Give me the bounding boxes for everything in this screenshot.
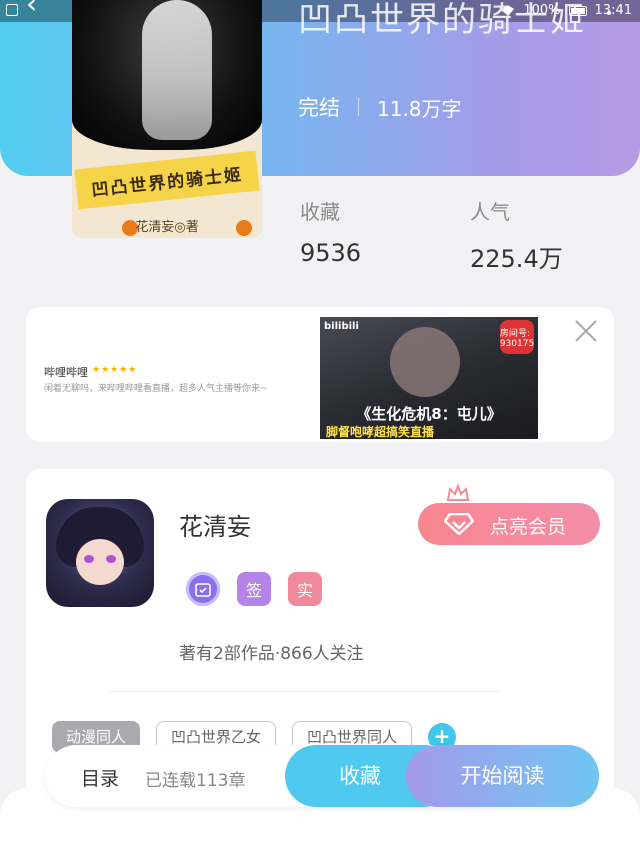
vip-button[interactable]: 点亮会员: [418, 503, 600, 545]
ad-caption-title: 《生化危机8：屯儿》: [356, 405, 502, 423]
book-meta: 完结 11.8万字: [298, 92, 462, 122]
cover-title: 凹凸世界的骑士姬: [74, 150, 260, 210]
favorites-label: 收藏: [300, 200, 340, 224]
bottom-action-bar: 目录 已连载113章 收藏 开始阅读: [45, 745, 599, 807]
popularity-stat: 人气 225.4万: [470, 196, 563, 274]
diamond-icon: [444, 513, 474, 535]
avatar-eye: [106, 555, 116, 563]
book-cover[interactable]: 凹凸世界的骑士姬 花清妄◎著: [72, 0, 262, 238]
meta-divider: [358, 98, 359, 116]
ad-app-name: 哔哩哔哩: [44, 366, 88, 379]
calendar-icon: [195, 583, 211, 597]
ad-description: 闲着无聊吗，来哔哩哔哩看直播，超多人气主播等你来~: [44, 384, 268, 394]
ad-card[interactable]: 哔哩哔哩 ★★★★★ 闲着无聊吗，来哔哩哔哩看直播，超多人气主播等你来~ bil…: [26, 307, 614, 442]
cover-author: 花清妄◎著: [135, 220, 199, 235]
popularity-value: 225.4万: [470, 245, 563, 273]
author-name[interactable]: 花清妄: [179, 507, 251, 542]
author-badges: 签 实: [186, 572, 322, 606]
flower-icon: [236, 220, 252, 236]
cover-figure: [142, 0, 212, 140]
verified-badge[interactable]: 实: [288, 572, 322, 606]
works-summary: 著有2部作品·866人关注: [179, 644, 364, 664]
book-title: 凹凸世界的骑士姬: [298, 0, 586, 40]
ad-rating: ★★★★★: [92, 365, 138, 375]
toc-button[interactable]: 目录: [81, 764, 119, 791]
completion-status: 完结: [298, 96, 340, 120]
back-arrow-icon[interactable]: ‹: [26, 0, 46, 18]
more-icon[interactable]: [602, 6, 616, 20]
chapter-count[interactable]: 已连载113章: [145, 766, 245, 791]
room-badge: 房间号: 930175: [500, 320, 534, 354]
word-count: 11.8万字: [377, 96, 462, 121]
divider: [110, 691, 500, 692]
notification-icon: [6, 4, 18, 16]
avatar[interactable]: [46, 499, 154, 607]
bilibili-logo: bilibili: [324, 321, 359, 332]
ad-caption-subtitle: 脚督咆哮超搞笑直播: [326, 425, 435, 439]
favorites-stat: 收藏 9536: [300, 196, 361, 267]
crown-icon: [446, 484, 470, 501]
avatar-face: [76, 539, 124, 585]
avatar-eye: [84, 555, 94, 563]
calendar-badge-icon[interactable]: [186, 572, 220, 606]
start-reading-button[interactable]: 开始阅读: [406, 745, 599, 807]
vip-button-label: 点亮会员: [490, 516, 567, 538]
signed-badge[interactable]: 签: [237, 572, 271, 606]
popularity-label: 人气: [470, 200, 510, 224]
close-icon[interactable]: [574, 319, 598, 343]
favorites-value: 9536: [300, 239, 362, 267]
ad-media[interactable]: bilibili 房间号: 930175 《生化危机8：屯儿》 脚督咆哮超搞笑直…: [320, 317, 538, 439]
ad-media-figure: [390, 327, 460, 397]
